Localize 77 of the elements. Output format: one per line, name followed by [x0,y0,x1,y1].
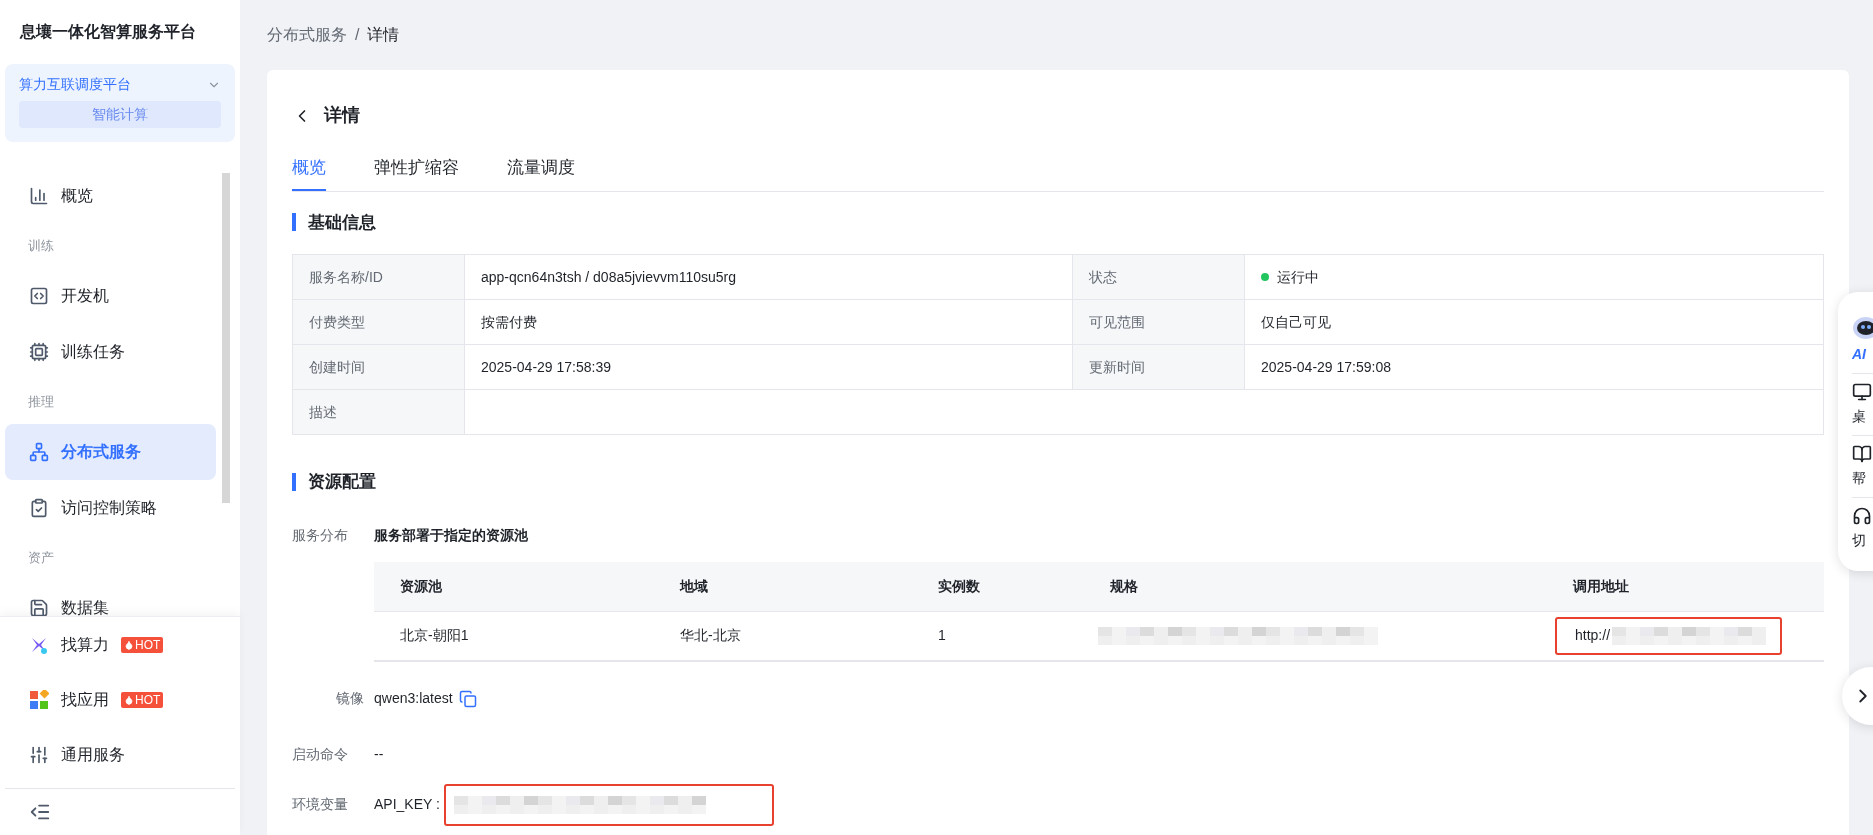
sidebar-item[interactable]: 找算力 HOT [0,617,240,672]
table-cell-text: 北京-朝阳1 [399,626,470,645]
platform-name: 算力互联调度平台 [19,75,131,94]
hot-badge: HOT [121,636,164,653]
tab[interactable]: 弹性扩缩容 [374,155,459,191]
monitor-icon [1852,382,1872,402]
breadcrumb-item[interactable]: 分布式服务 [267,23,347,47]
field-label: 环境变量 [292,795,349,814]
breadcrumb-item: 详情 [367,25,400,45]
field-value: 服务部署于指定的资源池 [374,525,528,545]
column-header: 实例数 [937,576,981,596]
field-label: 描述 [293,390,465,434]
field-label: 付费类型 [293,300,465,344]
table-cell-text: 1 [937,626,947,645]
field-value: 运行中 [1245,255,1824,299]
field-label: 创建时间 [293,345,465,389]
page-title: 详情 [324,104,360,127]
toolbar-item[interactable]: AI [1852,306,1873,373]
breadcrumb-separator: / [355,25,360,45]
book-icon [1852,444,1872,464]
field-value: 2025-04-29 17:59:08 [1245,345,1824,389]
field-value: -- [374,745,384,764]
robot-icon [1852,314,1873,340]
sidebar-item[interactable]: 找应用 HOT [0,672,240,727]
sidebar-item[interactable]: 数据集 [5,580,216,616]
app-grid-icon [29,689,49,710]
section-title: 资源配置 [308,471,376,493]
copy-icon[interactable] [458,689,477,708]
sidebar-item[interactable]: 概览 [5,168,216,224]
toolbar-item[interactable]: 桌 [1852,373,1873,435]
column-header: 调用地址 [1571,576,1630,596]
section-marker [292,213,296,232]
field-label: 服务名称/ID [293,255,465,299]
headset-icon [1852,506,1872,526]
section-label: 训练 [27,237,55,256]
sidebar-item[interactable]: 访问控制策略 [5,480,216,536]
menu-icon [29,286,49,306]
column-header: 资源池 [399,576,443,596]
field-value: API_KEY : [374,795,440,814]
field-label: 状态 [1073,255,1245,299]
tab[interactable]: 流量调度 [507,155,575,191]
menu-icon [29,598,49,616]
column-header: 规格 [1109,576,1139,596]
sidebar-item[interactable]: 通用服务 [0,727,240,782]
field-label: 可见范围 [1073,300,1245,344]
menu-icon [29,498,49,518]
sidebar-item-label: 找应用 [61,689,109,710]
toolbar-item[interactable]: 切 [1852,497,1873,559]
sidebar-item[interactable]: 分布式服务 [5,424,216,480]
sidebar-item[interactable]: 训练任务 [5,324,216,380]
section-marker [292,472,296,491]
menu-icon [29,186,49,206]
sidebar-item-label: 通用服务 [61,744,125,765]
section-label: 资产 [27,549,55,568]
field-value: qwen3:latest [374,689,453,708]
field-label: 启动命令 [292,745,349,764]
scrollbar[interactable] [222,173,230,503]
field-label: 更新时间 [1073,345,1245,389]
sliders-icon [29,744,49,765]
platform-badge: 智能计算 [19,101,221,128]
table-cell-text: http:// [1575,626,1611,645]
field-value: 仅自己可见 [1245,300,1824,344]
toolbar-item[interactable]: 帮 [1852,435,1873,497]
sidebar-item-label: 找算力 [61,634,109,655]
field-label: 服务分布 [292,525,349,545]
column-header: 地域 [678,576,709,596]
menu-icon [29,342,49,362]
platform-switcher[interactable]: 算力互联调度平台 智能计算 [5,64,235,142]
section-label: 推理 [27,393,55,412]
field-label: 镜像 [335,689,365,708]
section-title: 基础信息 [308,211,376,234]
tab[interactable]: 概览 [292,155,326,191]
menu-icon [29,442,49,462]
app-title: 息壤一体化智算服务平台 [18,22,197,42]
sidebar-item[interactable]: 开发机 [5,268,216,324]
hot-badge: HOT [121,691,164,708]
table-cell-text: 华北-北京 [679,626,742,645]
